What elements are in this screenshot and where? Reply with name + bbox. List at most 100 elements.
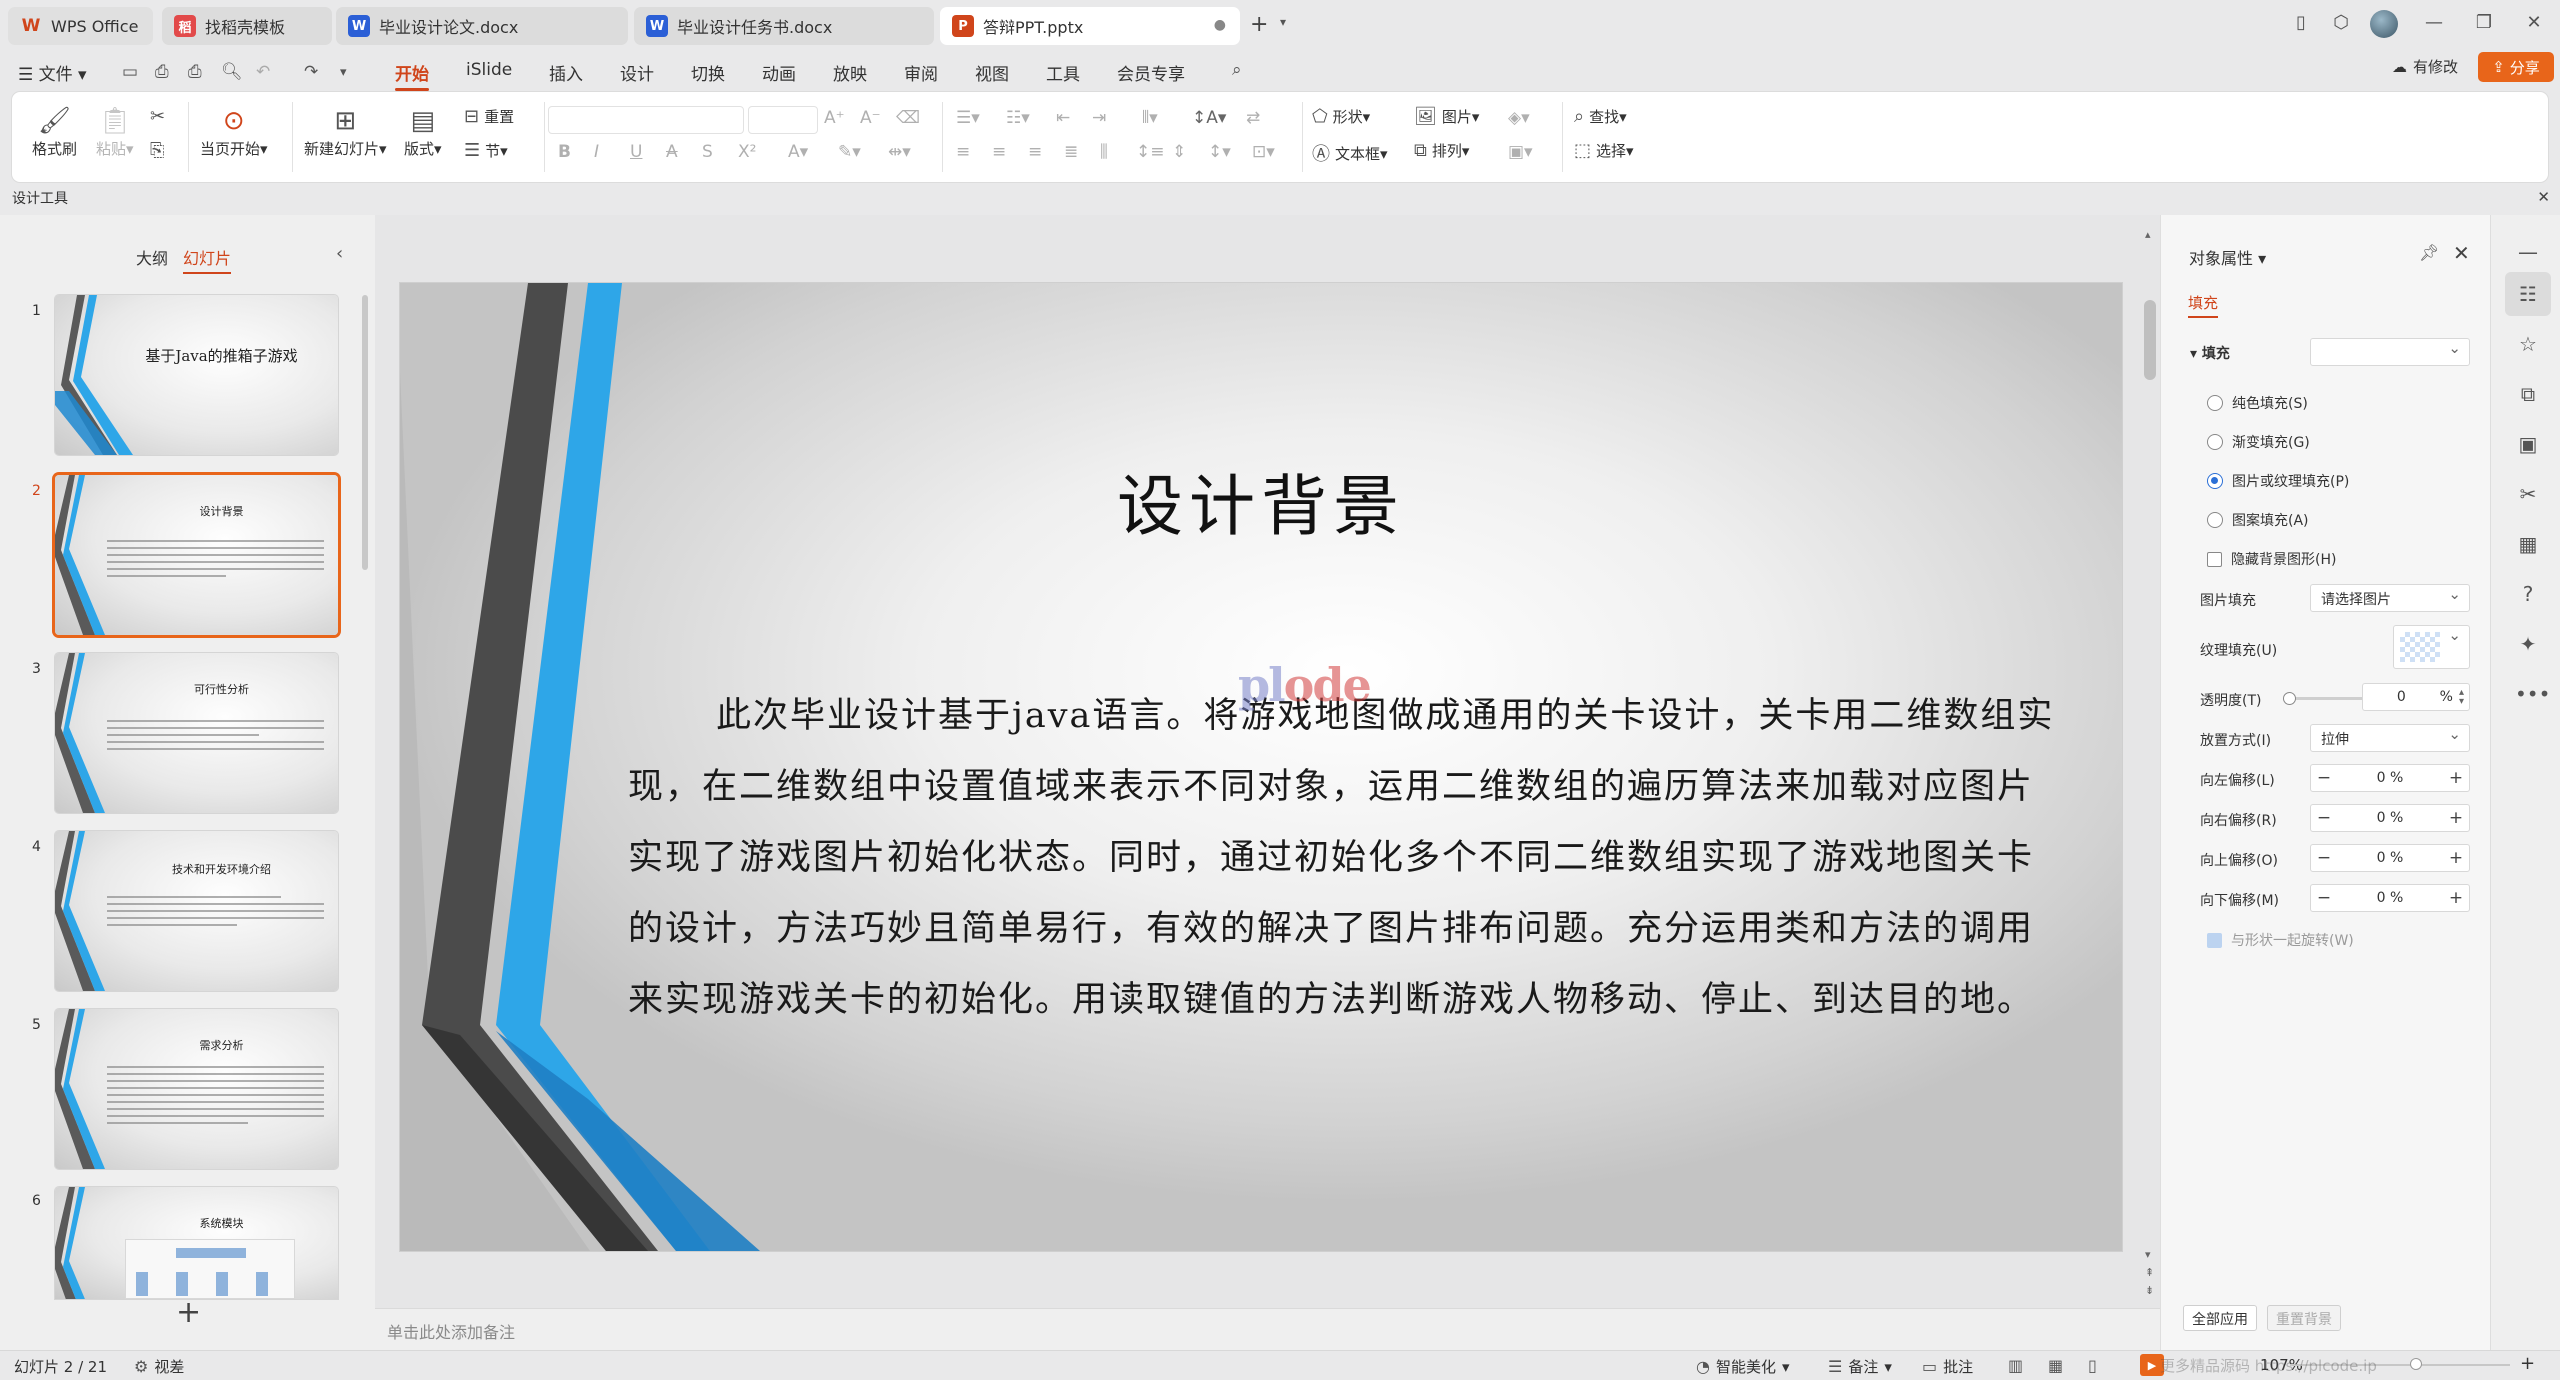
- canvas-scrollbar[interactable]: [2144, 300, 2156, 380]
- menu-transition[interactable]: 切换: [691, 60, 725, 85]
- restore-icon[interactable]: ❐: [2470, 12, 2498, 33]
- find-button[interactable]: ⌕ 查找▾: [1574, 106, 1627, 127]
- menu-member[interactable]: 会员专享: [1117, 60, 1185, 85]
- slide-title[interactable]: 设计背景: [400, 453, 2122, 549]
- minimize-panel-icon[interactable]: —: [2515, 240, 2541, 264]
- offset-bottom-stepper[interactable]: −0 % +: [2310, 884, 2470, 912]
- reading-view-icon[interactable]: ▯: [2088, 1356, 2097, 1375]
- radio-solid-fill[interactable]: 纯色填充(S): [2207, 393, 2308, 413]
- clear-format-icon[interactable]: ⌫: [896, 108, 920, 128]
- underline-icon[interactable]: U: [630, 142, 642, 162]
- menu-design[interactable]: 设计: [620, 60, 654, 85]
- print-preview-icon[interactable]: 🔍︎: [221, 62, 243, 82]
- plus-icon[interactable]: +: [2443, 808, 2469, 828]
- slide-thumbnail-3[interactable]: 可行性分析: [55, 653, 338, 813]
- decrease-font-icon[interactable]: A⁻: [860, 108, 881, 128]
- menu-animation[interactable]: 动画: [762, 60, 796, 85]
- tab-defense-ppt[interactable]: P 答辩PPT.pptx ●: [940, 7, 1240, 45]
- new-tab-plus-icon[interactable]: +: [1250, 12, 1268, 37]
- search-icon[interactable]: ⌕: [1232, 60, 1242, 80]
- char-spacing-icon[interactable]: ⇹▾: [888, 142, 911, 162]
- play-current-button[interactable]: ⊙ 当页开始▾: [200, 104, 268, 159]
- menu-view[interactable]: 视图: [975, 60, 1009, 85]
- offset-left-stepper[interactable]: −0 % +: [2310, 764, 2470, 792]
- slide-thumbnail-2[interactable]: 设计背景: [55, 475, 338, 635]
- menu-insert[interactable]: 插入: [549, 60, 583, 85]
- decrease-indent-icon[interactable]: ⇤: [1056, 108, 1070, 128]
- zoom-slider-knob[interactable]: [2410, 1358, 2422, 1370]
- reset-background-button[interactable]: 重置背景: [2267, 1305, 2341, 1331]
- spinner-icon[interactable]: ▴ ▾: [2459, 688, 2469, 707]
- fill-section-header[interactable]: ▾ 填充: [2190, 343, 2230, 363]
- menu-home[interactable]: 开始: [395, 60, 429, 91]
- add-slide-plus-icon[interactable]: +: [176, 1295, 201, 1330]
- picture-fill-select[interactable]: 请选择图片: [2310, 584, 2470, 612]
- bold-icon[interactable]: B: [558, 142, 571, 162]
- minus-icon[interactable]: −: [2311, 768, 2337, 788]
- tools-icon[interactable]: ✂: [2515, 482, 2541, 506]
- offset-value[interactable]: 0 %: [2337, 850, 2443, 866]
- fill-icon[interactable]: ◈▾: [1508, 108, 1530, 128]
- properties-title[interactable]: 对象属性 ▾: [2189, 245, 2266, 269]
- undo-icon[interactable]: ↶: [256, 62, 270, 82]
- zoom-in-icon[interactable]: +: [2520, 1353, 2535, 1374]
- tab-task-doc[interactable]: W 毕业设计任务书.docx: [634, 7, 934, 45]
- menu-tools[interactable]: 工具: [1046, 60, 1080, 85]
- para-options-icon[interactable]: ↕▾: [1208, 142, 1231, 162]
- cut-icon[interactable]: ✂: [150, 106, 165, 127]
- properties-sliders-icon[interactable]: ☷: [2515, 282, 2541, 306]
- slide-thumbnail-6[interactable]: 系统模块: [55, 1187, 338, 1299]
- tab-outline[interactable]: 大纲: [136, 245, 168, 269]
- scroll-down-icon[interactable]: ▾: [2145, 1248, 2151, 1261]
- highlight-icon[interactable]: ✎▾: [838, 142, 861, 162]
- increase-indent-icon[interactable]: ⇥: [1092, 108, 1106, 128]
- prev-slide-icon[interactable]: ⇞: [2145, 1266, 2154, 1279]
- print-icon[interactable]: ⎙: [188, 62, 202, 82]
- menu-islide[interactable]: iSlide: [466, 60, 512, 80]
- thumbnail-scrollbar[interactable]: [362, 295, 368, 570]
- plus-icon[interactable]: +: [2443, 888, 2469, 908]
- scroll-up-icon[interactable]: ▴: [2145, 228, 2151, 241]
- close-icon[interactable]: ✕: [2537, 188, 2550, 206]
- texture-fill-select[interactable]: [2393, 625, 2470, 669]
- minimize-icon[interactable]: —: [2420, 12, 2448, 33]
- select-button[interactable]: ⬚ 选择▾: [1574, 140, 1634, 161]
- new-slide-button[interactable]: ⊞ 新建幻灯片▾: [304, 104, 387, 159]
- radio-gradient-fill[interactable]: 渐变填充(G): [2207, 432, 2310, 452]
- paragraph-spacing-icon[interactable]: ⇕: [1172, 142, 1186, 162]
- apply-all-button[interactable]: 全部应用: [2183, 1305, 2257, 1331]
- comment-button[interactable]: ▭ 批注: [1922, 1356, 1973, 1377]
- shadow-icon[interactable]: S: [702, 142, 713, 162]
- plus-icon[interactable]: +: [2443, 768, 2469, 788]
- export-icon[interactable]: ⎙: [155, 62, 169, 82]
- smart-beautify-button[interactable]: ◔ 智能美化 ▾: [1696, 1356, 1790, 1377]
- columns-icon[interactable]: ⫴▾: [1142, 108, 1158, 128]
- outline-icon[interactable]: ▣▾: [1508, 142, 1533, 162]
- has-changes-indicator[interactable]: ☁ 有修改: [2392, 56, 2458, 77]
- save-icon[interactable]: ▭: [122, 62, 138, 82]
- file-menu[interactable]: ☰ 文件 ▾: [18, 60, 87, 85]
- pin-icon[interactable]: 📌︎: [2419, 243, 2439, 262]
- justify-icon[interactable]: ≣: [1064, 142, 1078, 162]
- font-size-select[interactable]: [748, 106, 818, 134]
- checkbox-hide-bg[interactable]: 隐藏背景图形(H): [2207, 549, 2336, 569]
- italic-icon[interactable]: I: [594, 142, 599, 162]
- reset-button[interactable]: ⊟ 重置: [464, 106, 514, 127]
- notes-pane[interactable]: 单击此处添加备注: [375, 1308, 2160, 1350]
- paste-button[interactable]: 📋︎ 粘贴▾: [96, 104, 134, 159]
- text-box-align-icon[interactable]: ⊡▾: [1252, 142, 1275, 162]
- offset-top-stepper[interactable]: −0 % +: [2310, 844, 2470, 872]
- window-layout-icon[interactable]: ▯: [2287, 12, 2315, 33]
- picture-button[interactable]: 🖼︎ 图片▾: [1414, 106, 1479, 127]
- notes-button[interactable]: ☰ 备注 ▾: [1828, 1356, 1892, 1377]
- minus-icon[interactable]: −: [2311, 808, 2337, 828]
- close-window-icon[interactable]: ✕: [2520, 12, 2548, 33]
- increase-font-icon[interactable]: A⁺: [824, 108, 845, 128]
- collapse-panel-icon[interactable]: ‹: [336, 243, 343, 264]
- view-button[interactable]: ⚙ 视差: [134, 1356, 184, 1377]
- more-icon[interactable]: •••: [2515, 682, 2550, 706]
- textbox-button[interactable]: Ⓐ 文本框▾: [1312, 140, 1388, 166]
- tab-docer-templates[interactable]: 稻 找稻壳模板: [162, 7, 332, 45]
- sorter-view-icon[interactable]: ▦: [2048, 1356, 2063, 1375]
- slide-thumbnail-4[interactable]: 技术和开发环境介绍: [55, 831, 338, 991]
